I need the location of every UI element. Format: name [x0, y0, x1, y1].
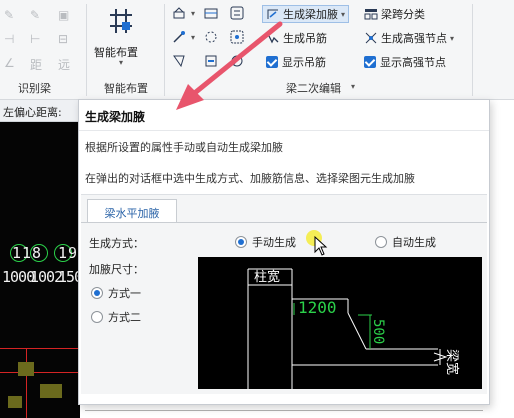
divider — [85, 410, 483, 411]
gray-tool-icon[interactable]: ⊢ — [30, 32, 40, 46]
gray-tool-icon[interactable]: 远 — [58, 56, 70, 73]
radio-selected-icon — [235, 236, 247, 248]
popup-instruction: 在弹出的对话框中选中生成方式、加腋筋信息、选择梁图元生成加腋 — [85, 172, 415, 185]
gray-tool-icon[interactable]: ⊣ — [4, 32, 14, 46]
radio-auto-generate[interactable]: 自动生成 — [375, 234, 436, 250]
haunch-preview-diagram: 柱宽 1200 500 梁宽 — [198, 257, 482, 389]
cad-number: 1 — [58, 244, 67, 262]
show-high-strength-node-checkbox[interactable]: 显示高强节点 — [364, 53, 446, 71]
chevron-down-icon[interactable]: ▾ — [191, 9, 195, 18]
offset-label: 左偏心距离: — [3, 106, 62, 119]
gray-tool-icon[interactable]: ✎ — [4, 8, 14, 22]
cad-canvas[interactable]: 1 1 8 1 9 1000 1002 150 — [0, 122, 80, 418]
beam-width-label: 梁宽 — [444, 349, 460, 375]
offset-property-bar: 左偏心距离: — [0, 100, 80, 122]
cad-line — [0, 372, 80, 373]
radio-selected-icon — [91, 287, 103, 299]
radio-label: 方式一 — [108, 287, 141, 300]
cad-line — [26, 348, 27, 418]
mouse-cursor-icon — [314, 236, 328, 256]
radio-label: 手动生成 — [252, 236, 296, 249]
node-icon — [365, 32, 377, 44]
cad-number: 8 — [32, 244, 41, 262]
checkbox-checked-icon — [364, 56, 376, 68]
radio-label: 方式二 — [108, 311, 141, 324]
group-label-beam-secondary-edit: 梁二次编辑 — [286, 82, 341, 95]
cad-number: 1 — [22, 244, 31, 262]
cad-number: 9 — [68, 244, 77, 262]
chevron-down-icon[interactable]: ▾ — [450, 34, 454, 43]
gray-tool-icon[interactable]: ⊟ — [58, 32, 68, 46]
generate-haunch-label: 生成梁加腋 — [283, 8, 338, 21]
generate-high-strength-node-label: 生成高强节点 — [381, 32, 447, 45]
chevron-down-icon[interactable]: ▾ — [351, 82, 355, 91]
group-separator — [472, 4, 473, 96]
dimension-horizontal: 1200 — [298, 298, 337, 317]
radio-unselected-icon — [91, 311, 103, 323]
group-separator — [86, 4, 87, 96]
radio-method-two[interactable]: 方式二 — [91, 309, 141, 325]
radio-method-one[interactable]: 方式一 — [91, 285, 141, 301]
cad-number: 150 — [58, 268, 80, 286]
beam-span-classify-label: 梁跨分类 — [381, 8, 425, 21]
chevron-down-icon[interactable]: ▾ — [341, 10, 345, 19]
gray-tool-icon[interactable]: ▣ — [58, 8, 69, 22]
beam-span-classify-button[interactable]: 梁跨分类 — [364, 5, 425, 23]
divider — [81, 222, 487, 223]
radio-label: 自动生成 — [392, 236, 436, 249]
popup-description: 根据所设置的属性手动或自动生成梁加腋 — [85, 141, 283, 154]
show-high-strength-node-label: 显示高强节点 — [380, 56, 446, 69]
smart-layout-label: 智能布置 — [94, 46, 138, 59]
group-separator — [164, 4, 165, 96]
radio-unselected-icon — [375, 236, 387, 248]
tab-beam-horizontal-haunch[interactable]: 梁水平加腋 — [87, 199, 177, 223]
gray-tool-icon[interactable]: 距 — [30, 56, 42, 73]
cad-number: 1 — [12, 244, 21, 262]
classify-icon — [364, 9, 378, 20]
cad-fill — [18, 362, 34, 376]
group-label-smart-layout: 智能布置 — [104, 82, 148, 95]
dimension-vertical: 500 — [370, 319, 386, 344]
cad-line — [0, 348, 80, 349]
chevron-down-icon[interactable]: ▾ — [119, 58, 123, 67]
annotation-arrow-icon — [176, 21, 283, 110]
haunch-size-label: 加腋尺寸： — [89, 263, 144, 276]
column-width-label: 柱宽 — [254, 269, 280, 285]
radio-manual-generate[interactable]: 手动生成 — [235, 234, 296, 250]
cad-fill — [8, 396, 22, 408]
popup-title: 生成梁加腋 — [85, 110, 146, 124]
generate-high-strength-node-button[interactable]: 生成高强节点 ▾ — [364, 29, 454, 47]
cad-fill — [40, 384, 62, 398]
gray-tool-icon[interactable]: ∠ — [4, 56, 15, 70]
divider — [79, 130, 489, 131]
group-label-identify-beam: 识别梁 — [18, 82, 51, 95]
generation-mode-label: 生成方式： — [89, 237, 144, 250]
smart-layout-button[interactable]: 智能布置 ▾ — [94, 4, 148, 67]
gray-tool-icon[interactable]: ✎ — [30, 8, 40, 22]
grid-layout-icon — [110, 9, 132, 33]
